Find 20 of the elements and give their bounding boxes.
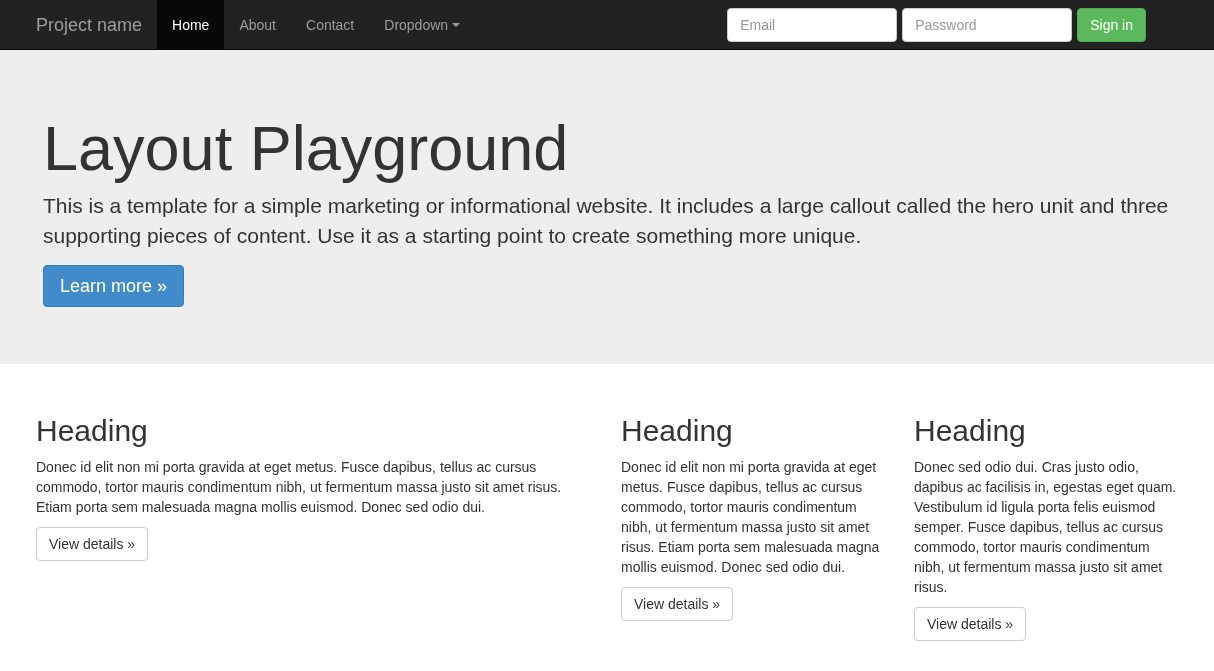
password-field[interactable]: Password [902, 7, 1073, 42]
learn-more-button[interactable]: Learn more » [43, 265, 185, 307]
column-text: Donec sed odio dui. Cras justo odio, dapibus ac facilisis in, egestas eget quam. Vestibulum id ligula porta felis euismod semper. Fusce dapibus, tellus ac cursus commodo, tortor mauris condimentum nibh, ut fermentum massa justo sit amet risus. [914, 458, 1177, 597]
column-text: Donec id elit non mi porta gravida at eget metus. Fusce dapibus, tellus ac cursus commodo, tortor mauris condimentum nibh, ut fermentum massa justo sit amet risus. Etiam porta sem malesuada magna mollis euismod. Donec sed odio dui. [36, 458, 563, 517]
view-details-button[interactable]: View details » [621, 587, 734, 621]
nav-link[interactable]: Dropdown [369, 0, 476, 49]
column-heading: Heading [621, 414, 734, 447]
brand-link[interactable]: Project name [21, 0, 158, 49]
view-details-button[interactable]: View details » [36, 527, 149, 561]
view-details-button[interactable]: View details » [914, 607, 1027, 641]
column-heading: Heading [914, 414, 1027, 447]
nav-link[interactable]: Home [157, 0, 225, 49]
column-heading: Heading [36, 414, 149, 447]
column-text: Donec id elit non mi porta gravida at eget metus. Fusce dapibus, tellus ac cursus commodo, tortor mauris condimentum nibh, ut fermentum massa justo sit amet risus. Etiam porta sem malesuada magna mollis euismod. Donec sed odio dui. [621, 458, 881, 577]
hero-title: Layout Playground [43, 113, 570, 183]
nav-link[interactable]: About [224, 0, 291, 49]
caret-icon [452, 22, 461, 27]
email-field[interactable]: Email [727, 7, 898, 42]
hero-text: This is a template for a simple marketing or informational website. It includes a large callout called the hero unit and three supporting pieces of content. Use it as a starting point to create something more unique. [43, 193, 1170, 249]
nav-link[interactable]: Contact [291, 0, 370, 49]
